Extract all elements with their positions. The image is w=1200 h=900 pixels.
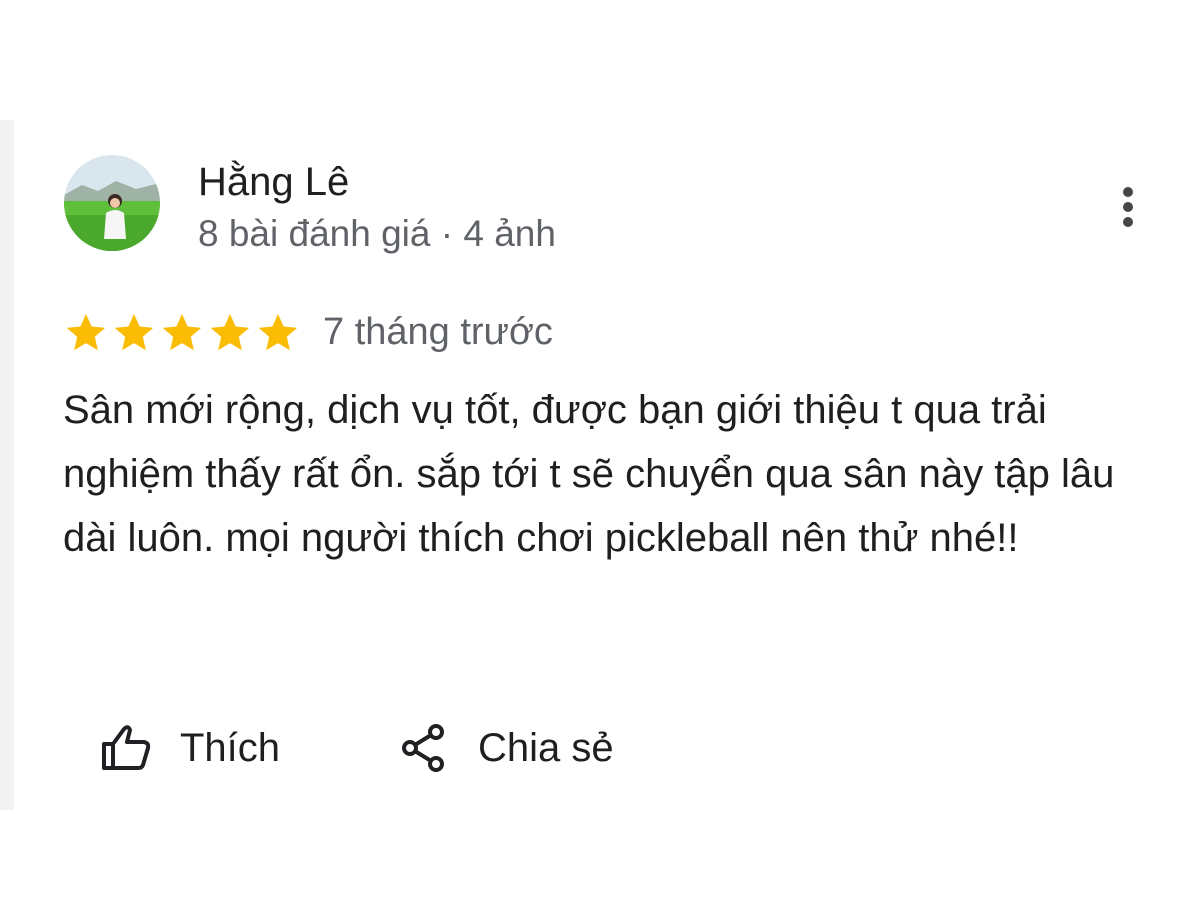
more-vert-icon [1123,187,1133,227]
author-avatar[interactable] [64,155,160,251]
like-button[interactable]: Thích [100,718,280,778]
review-time: 7 tháng trước [323,311,553,353]
star-icon [258,313,298,351]
share-label: Chia sẻ [478,726,614,770]
star-icon [66,313,106,351]
share-button[interactable]: Chia sẻ [400,718,614,778]
thumb-up-icon [102,725,151,770]
avatar-photo [64,155,160,251]
star-icon [114,313,154,351]
like-label: Thích [180,726,281,770]
star-rating [63,310,301,356]
more-options-button[interactable] [1108,182,1148,232]
author-stats: 8 bài đánh giá · 4 ảnh [198,213,556,254]
review-text: Sân mới rộng, dịch vụ tốt, được bạn giới… [63,388,1115,560]
author-name[interactable]: Hằng Lê [198,158,349,206]
share-icon [402,724,444,772]
star-icon [210,313,250,351]
star-icon [162,313,202,351]
